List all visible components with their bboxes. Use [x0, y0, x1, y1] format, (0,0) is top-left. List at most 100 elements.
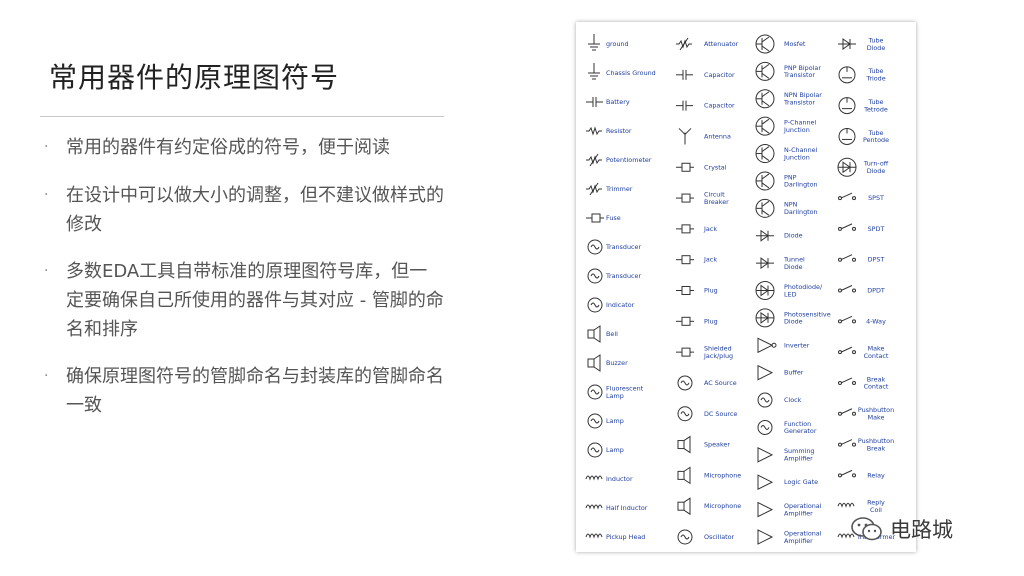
- symbol-label-line: Amplifier: [784, 537, 813, 545]
- symbol-label-line: Diode: [867, 44, 886, 52]
- jack-icon: [676, 224, 694, 234]
- logic-gate-icon: [757, 474, 774, 491]
- title-divider: [40, 116, 444, 117]
- schematic-symbol-chart: ground Chassis Ground Battery Resistor Poten…: [576, 22, 916, 552]
- circuit-breaker-icon: [676, 193, 694, 203]
- symbol-label-line: Inductor: [606, 475, 633, 483]
- symbol-label: Pushbutton Make: [858, 406, 894, 421]
- npn-transistor-icon: [755, 89, 775, 109]
- symbol-label: Chassis Ground: [606, 69, 656, 77]
- speaker-icon: [677, 435, 691, 454]
- symbol-label-line: Bell: [606, 330, 618, 338]
- symbol-label: Resistor: [606, 127, 632, 135]
- symbol-label: Speaker: [704, 441, 730, 449]
- symbol-label: Attenuator: [704, 40, 739, 48]
- symbol-label: Buzzer: [606, 359, 628, 367]
- pnp-transistor-icon: [755, 61, 775, 81]
- symbol-label-line: Lamp: [606, 417, 624, 425]
- symbol-label: Battery: [606, 98, 630, 106]
- bullet-text: 确保原理图符号的管脚命名与封装库的管脚命名一致: [66, 366, 444, 416]
- pushbutton-make-icon: [838, 408, 856, 416]
- symbol-label-line: Transistor: [783, 99, 815, 107]
- symbol-label: Lamp: [606, 417, 624, 425]
- symbol-label: DC Source: [704, 410, 737, 418]
- symbol-chart-canvas: ground Chassis Ground Battery Resistor Poten…: [585, 34, 896, 545]
- symbol-label: Potentiometer: [606, 156, 652, 164]
- symbol-label-line: Logic Gate: [784, 478, 818, 486]
- symbol-label-line: Buzzer: [606, 359, 628, 367]
- dpst-switch-icon: [838, 254, 856, 262]
- symbol-label-line: Make: [868, 414, 885, 422]
- symbol-label: Lamp: [606, 446, 624, 454]
- attenuator-icon: [676, 37, 692, 51]
- pushbutton-break-icon: [838, 439, 856, 447]
- jack-icon: [676, 255, 694, 265]
- symbol-label: Diode: [784, 232, 803, 240]
- symbol-label-line: Coil: [870, 506, 882, 514]
- symbol-label-line: Tetrode: [863, 105, 888, 113]
- photodiode-icon: [755, 281, 775, 300]
- symbol-label-line: DPDT: [867, 287, 885, 295]
- symbol-label: Trimmer: [605, 185, 633, 193]
- symbol-label: Transducer: [605, 243, 641, 251]
- symbol-label-line: Crystal: [704, 163, 727, 171]
- mosfet-icon: [755, 34, 775, 54]
- symbol-label-line: Contact: [864, 352, 889, 360]
- resistor-icon: [586, 126, 602, 136]
- symbol-label-line: Jack: [703, 225, 717, 233]
- symbol-label-line: Buffer: [784, 369, 804, 377]
- symbol-label: Buffer: [784, 369, 804, 377]
- symbol-label-line: Amplifier: [784, 509, 813, 517]
- symbol-label: Jack: [703, 225, 717, 233]
- symbol-label: Tube Tetrode: [863, 98, 888, 113]
- symbol-label-line: Diode: [784, 232, 803, 240]
- symbol-label: Capacitor: [704, 102, 735, 110]
- symbol-label-line: Breaker: [704, 198, 729, 206]
- symbol-label-line: Clock: [784, 396, 802, 404]
- microphone-icon: [677, 497, 691, 516]
- tube-pentode-icon: [838, 127, 856, 145]
- symbol-label: DPST: [868, 256, 885, 264]
- symbol-label: AC Source: [704, 379, 737, 387]
- symbol-label: Fuse: [606, 214, 621, 222]
- potentiometer-icon: [586, 153, 602, 167]
- function-generator-icon: [757, 419, 773, 435]
- antenna-icon: [678, 128, 692, 145]
- symbol-label-line: Transistor: [783, 71, 815, 79]
- symbol-label-line: Microphone: [704, 502, 741, 510]
- ac-source-icon: [677, 375, 693, 391]
- bullet-item: · 多数EDA工具自带标准的原理图符号库，但一定要确保自己所使用的器件与其对应 …: [44, 257, 444, 344]
- symbol-label-line: Attenuator: [704, 40, 739, 48]
- symbol-label: P-Channel Junction: [783, 119, 816, 134]
- symbol-label: Transducer: [605, 272, 641, 280]
- symbol-label-line: Oscillator: [704, 533, 735, 541]
- symbol-label-line: Pentode: [863, 136, 889, 144]
- bullet-text: 在设计中可以做大小的调整，但不建议做样式的修改: [66, 185, 444, 235]
- symbol-label: Reply Coil: [867, 499, 885, 514]
- break-contact-icon: [838, 377, 856, 385]
- n-channel-jfet-icon: [755, 144, 775, 164]
- symbol-label-line: Diode: [784, 263, 803, 271]
- symbol-label: N-Channel Junction: [783, 146, 818, 161]
- symbol-label: Function Generator: [784, 420, 817, 435]
- symbol-label: Plug: [704, 317, 718, 325]
- symbol-label: Fluorescent Lamp: [606, 384, 644, 399]
- symbol-label-line: Break: [867, 444, 886, 452]
- symbol-label: Break Contact: [864, 375, 889, 390]
- symbol-label: Inductor: [606, 475, 633, 483]
- symbol-label: PNP Bipolar Transistor: [783, 64, 821, 79]
- symbol-label-line: Junction: [783, 153, 810, 161]
- symbol-label: Shielded Jack/plug: [703, 345, 733, 360]
- watermark-text: 电路城: [890, 518, 953, 542]
- symbol-label: Mosfet: [784, 40, 806, 48]
- symbol-label: PNP Darlington: [784, 173, 818, 188]
- four-way-switch-icon: [838, 315, 856, 324]
- battery-icon: [586, 97, 603, 107]
- oscillator-icon: [677, 529, 693, 545]
- bullet-item: · 在设计中可以做大小的调整，但不建议做样式的修改: [44, 181, 444, 239]
- symbol-label-line: ground: [606, 40, 629, 48]
- symbol-label-line: Generator: [784, 427, 817, 435]
- symbol-label: Tunnel Diode: [783, 256, 805, 271]
- symbol-label: Operational Amplifier: [784, 502, 822, 517]
- buzzer-icon: [587, 354, 601, 372]
